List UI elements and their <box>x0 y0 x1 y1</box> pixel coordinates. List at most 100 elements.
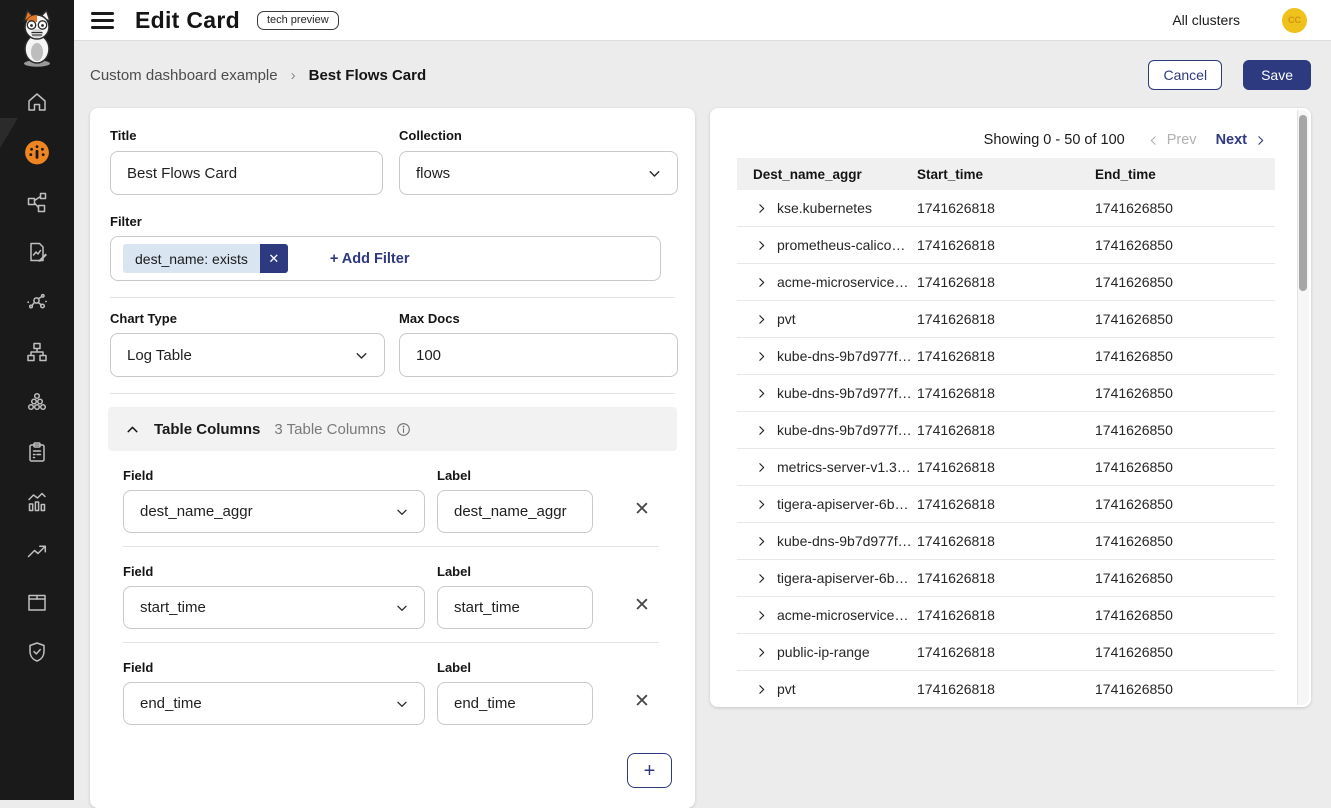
expand-row-icon[interactable] <box>755 387 768 400</box>
expand-row-icon[interactable] <box>755 313 768 326</box>
preview-panel: Showing 0 - 50 of 100 Prev Next Dest_nam… <box>710 108 1311 707</box>
max-docs-label: Max Docs <box>399 311 460 326</box>
chevron-down-icon <box>394 600 410 616</box>
cell-start-time: 1741626818 <box>917 237 1095 253</box>
topbar: Edit Card tech preview All clusters CC <box>74 0 1331 41</box>
expand-row-icon[interactable] <box>755 276 768 289</box>
table-row[interactable]: kube-dns-9b7d977f… 1741626818 1741626850 <box>737 338 1275 375</box>
label-input[interactable] <box>437 586 593 629</box>
table-row[interactable]: acme-microservice… 1741626818 1741626850 <box>737 597 1275 634</box>
expand-row-icon[interactable] <box>755 498 768 511</box>
collection-label: Collection <box>399 128 462 143</box>
inventory-icon[interactable] <box>24 589 50 615</box>
collection-select[interactable]: flows <box>399 151 678 195</box>
network-topology-icon[interactable] <box>24 339 50 365</box>
form-divider <box>110 297 675 298</box>
table-row[interactable]: pvt 1741626818 1741626850 <box>737 301 1275 338</box>
expand-row-icon[interactable] <box>755 239 768 252</box>
add-column-button[interactable]: + <box>627 753 672 788</box>
field-select[interactable]: end_time <box>123 682 425 725</box>
scrollbar-thumb[interactable] <box>1299 115 1307 291</box>
chart-type-select[interactable]: Log Table <box>110 333 385 377</box>
logs-icon[interactable] <box>24 239 50 265</box>
column-header: Dest_name_aggr <box>737 167 917 182</box>
cell-dest-name: kse.kubernetes <box>777 200 872 216</box>
expand-row-icon[interactable] <box>755 424 768 437</box>
field-select[interactable]: dest_name_aggr <box>123 490 425 533</box>
add-filter-button[interactable]: + Add Filter <box>330 251 410 267</box>
max-docs-input[interactable] <box>399 333 678 377</box>
info-icon[interactable] <box>395 421 412 438</box>
remove-column-button[interactable]: ✕ <box>628 495 656 523</box>
home-icon[interactable] <box>24 89 50 115</box>
expand-row-icon[interactable] <box>755 535 768 548</box>
label-input[interactable] <box>437 682 593 725</box>
cell-dest-name: metrics-server-v1.3… <box>777 459 911 475</box>
cell-dest-name: kube-dns-9b7d977f… <box>777 385 912 401</box>
table-row[interactable]: metrics-server-v1.3… 1741626818 17416268… <box>737 449 1275 486</box>
breadcrumb-parent[interactable]: Custom dashboard example <box>90 67 278 84</box>
title-input[interactable] <box>110 151 383 195</box>
filter-box[interactable]: dest_name: exists ✕ + Add Filter <box>110 236 661 281</box>
table-row[interactable]: tigera-apiserver-6b… 1741626818 17416268… <box>737 560 1275 597</box>
cancel-button[interactable]: Cancel <box>1148 60 1222 90</box>
table-row[interactable]: acme-microservice… 1741626818 1741626850 <box>737 264 1275 301</box>
filter-chip-text: dest_name: exists <box>123 244 260 273</box>
table-row[interactable]: kube-dns-9b7d977f… 1741626818 1741626850 <box>737 412 1275 449</box>
field-label: Field <box>123 564 153 579</box>
field-select[interactable]: start_time <box>123 586 425 629</box>
expand-row-icon[interactable] <box>755 609 768 622</box>
cell-start-time: 1741626818 <box>917 274 1095 290</box>
cell-dest-name: kube-dns-9b7d977f… <box>777 533 912 549</box>
cell-start-time: 1741626818 <box>917 644 1095 660</box>
menu-icon[interactable] <box>91 12 114 29</box>
save-button[interactable]: Save <box>1243 60 1311 90</box>
breadcrumb-current: Best Flows Card <box>309 67 427 84</box>
clusters-icon[interactable] <box>24 389 50 415</box>
security-icon[interactable] <box>24 639 50 665</box>
policies-icon[interactable] <box>24 439 50 465</box>
label-input[interactable] <box>437 490 593 533</box>
trends-icon[interactable] <box>24 539 50 565</box>
calico-logo[interactable] <box>14 8 60 73</box>
table-row[interactable]: prometheus-calico… 1741626818 1741626850 <box>737 227 1275 264</box>
prev-button[interactable]: Prev <box>1147 132 1197 148</box>
table-columns-section-header[interactable]: Table Columns 3 Table Columns <box>108 407 677 451</box>
cell-end-time: 1741626850 <box>1095 200 1275 216</box>
table-columns-count: 3 Table Columns <box>274 421 385 438</box>
service-graph-icon[interactable] <box>24 289 50 315</box>
table-row[interactable]: kse.kubernetes 1741626818 1741626850 <box>737 190 1275 227</box>
remove-column-button[interactable]: ✕ <box>628 687 656 715</box>
cell-end-time: 1741626850 <box>1095 385 1275 401</box>
dashboard-icon[interactable] <box>24 139 50 165</box>
table-row[interactable]: kube-dns-9b7d977f… 1741626818 1741626850 <box>737 523 1275 560</box>
table-row[interactable]: kube-dns-9b7d977f… 1741626818 1741626850 <box>737 375 1275 412</box>
cluster-selector[interactable]: All clusters <box>1172 12 1240 28</box>
next-button[interactable]: Next <box>1216 132 1267 148</box>
table-row[interactable]: tigera-apiserver-6b… 1741626818 17416268… <box>737 486 1275 523</box>
table-columns-title: Table Columns <box>154 421 260 438</box>
scrollbar-track[interactable] <box>1297 110 1309 705</box>
expand-row-icon[interactable] <box>755 350 768 363</box>
table-row[interactable]: pvt 1741626818 1741626850 <box>737 671 1275 707</box>
expand-row-icon[interactable] <box>755 683 768 696</box>
table-row[interactable]: public-ip-range 1741626818 1741626850 <box>737 634 1275 671</box>
expand-row-icon[interactable] <box>755 572 768 585</box>
expand-row-icon[interactable] <box>755 202 768 215</box>
cell-start-time: 1741626818 <box>917 348 1095 364</box>
filter-chip: dest_name: exists ✕ <box>123 244 288 273</box>
avatar[interactable]: CC <box>1282 8 1307 33</box>
cell-end-time: 1741626850 <box>1095 348 1275 364</box>
chart-type-value: Log Table <box>127 347 353 364</box>
flow-visualizations-icon[interactable] <box>24 189 50 215</box>
cell-start-time: 1741626818 <box>917 570 1095 586</box>
statistics-icon[interactable] <box>24 489 50 515</box>
expand-row-icon[interactable] <box>755 461 768 474</box>
expand-row-icon[interactable] <box>755 646 768 659</box>
edit-card-form: Title Collection flows Filter dest_name:… <box>90 108 695 808</box>
field-value: start_time <box>140 599 394 616</box>
chevron-up-icon[interactable] <box>124 421 141 438</box>
cell-end-time: 1741626850 <box>1095 533 1275 549</box>
remove-column-button[interactable]: ✕ <box>628 591 656 619</box>
remove-filter-button[interactable]: ✕ <box>260 244 288 273</box>
